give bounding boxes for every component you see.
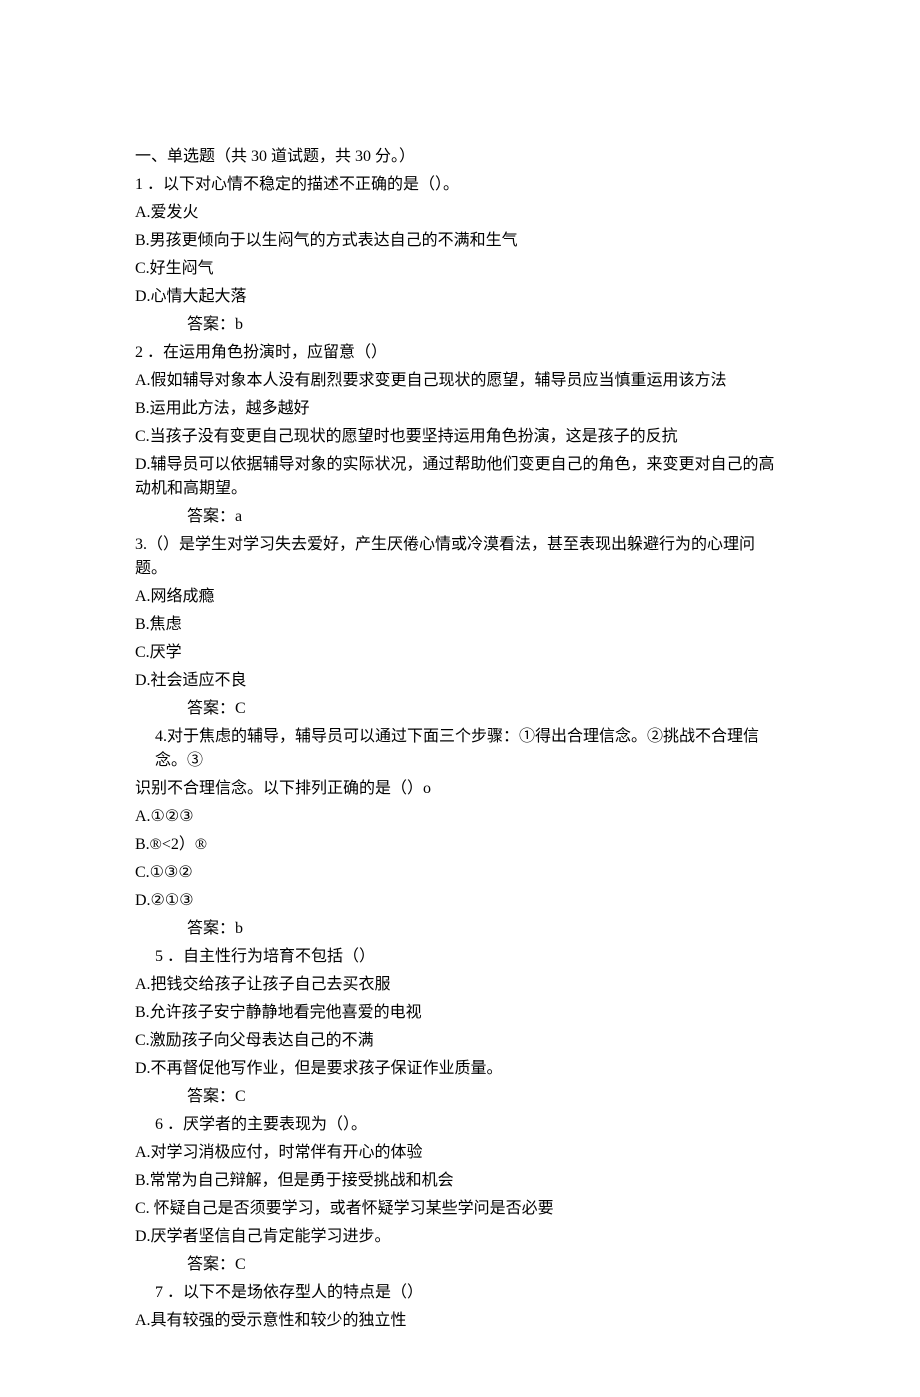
q6-option-b: B.常常为自己辩解，但是勇于接受挑战和机会 xyxy=(135,1169,785,1193)
q6-option-d: D.厌学者坚信自己肯定能学习进步。 xyxy=(135,1225,785,1249)
q1-answer: 答案：b xyxy=(135,313,785,337)
q1-option-d: D.心情大起大落 xyxy=(135,285,785,309)
q5-option-b: B.允许孩子安宁静静地看完他喜爱的电视 xyxy=(135,1001,785,1025)
q1-num: 1 xyxy=(135,176,143,193)
section-header: 一、单选题（共 30 道试题，共 30 分。） xyxy=(135,145,785,169)
q1-option-a: A.爱发火 xyxy=(135,201,785,225)
q2-option-c: C.当孩子没有变更自己现状的愿望时也要坚持运用角色扮演，这是孩子的反抗 xyxy=(135,425,785,449)
q1-option-b: B.男孩更倾向于以生闷气的方式表达自己的不满和生气 xyxy=(135,229,785,253)
q6-option-c: C. 怀疑自己是否须要学习，或者怀疑学习某些学问是否必要 xyxy=(135,1197,785,1221)
q1-option-c: C.好生闷气 xyxy=(135,257,785,281)
q6-stem-text: ．厌学者的主要表现为（）。 xyxy=(167,1116,367,1133)
q5-option-d: D.不再督促他写作业，但是要求孩子保证作业质量。 xyxy=(135,1057,785,1081)
q2-option-a: A.假如辅导对象本人没有剧烈要求变更自己现状的愿望，辅导员应当慎重运用该方法 xyxy=(135,369,785,393)
q4-stem-line1: 4.对于焦虑的辅导，辅导员可以通过下面三个步骤：①得出合理信念。②挑战不合理信念… xyxy=(135,725,785,773)
q1-stem: 1 ．以下对心情不稳定的描述不正确的是（）。 xyxy=(135,173,785,197)
q4-option-d: D.②①③ xyxy=(135,889,785,913)
q5-answer: 答案：C xyxy=(135,1085,785,1109)
q5-stem: 5 ．自主性行为培育不包括（） xyxy=(135,945,785,969)
q7-num: 7 xyxy=(155,1284,163,1301)
document-page: 一、单选题（共 30 道试题，共 30 分。） 1 ．以下对心情不稳定的描述不正… xyxy=(0,0,920,1397)
q4-option-c: C.①③② xyxy=(135,861,785,885)
q5-option-a: A.把钱交给孩子让孩子自己去买衣服 xyxy=(135,973,785,997)
q2-num: 2 xyxy=(135,344,143,361)
q2-stem-text: ．在运用角色扮演时，应留意（） xyxy=(147,344,387,361)
q3-option-a: A.网络成瘾 xyxy=(135,585,785,609)
q5-num: 5 xyxy=(155,948,163,965)
q2-option-b: B.运用此方法，越多越好 xyxy=(135,397,785,421)
q6-answer: 答案：C xyxy=(135,1253,785,1277)
q6-option-a: A.对学习消极应付，时常伴有开心的体验 xyxy=(135,1141,785,1165)
q5-stem-text: ．自主性行为培育不包括（） xyxy=(167,948,375,965)
q6-num: 6 xyxy=(155,1116,163,1133)
q2-option-d: D.辅导员可以依据辅导对象的实际状况，通过帮助他们变更自己的角色，来变更对自己的… xyxy=(135,453,785,501)
q4-option-b: B.®<2）® xyxy=(135,833,785,857)
q1-stem-text: ．以下对心情不稳定的描述不正确的是（）。 xyxy=(147,176,459,193)
q7-stem: 7 ．以下不是场依存型人的特点是（） xyxy=(135,1281,785,1305)
q3-stem: 3.（）是学生对学习失去爱好，产生厌倦心情或冷漠看法，甚至表现出躲避行为的心理问… xyxy=(135,533,785,581)
q2-answer: 答案：a xyxy=(135,505,785,529)
q7-option-a: A.具有较强的受示意性和较少的独立性 xyxy=(135,1309,785,1333)
q4-answer: 答案：b xyxy=(135,917,785,941)
q4-option-a: A.①②③ xyxy=(135,805,785,829)
q3-option-d: D.社会适应不良 xyxy=(135,669,785,693)
q5-option-c: C.激励孩子向父母表达自己的不满 xyxy=(135,1029,785,1053)
q7-stem-text: ．以下不是场依存型人的特点是（） xyxy=(167,1284,423,1301)
q3-answer: 答案：C xyxy=(135,697,785,721)
q4-stem-line2: 识别不合理信念。以下排列正确的是（）o xyxy=(135,777,785,801)
q2-stem: 2 ．在运用角色扮演时，应留意（） xyxy=(135,341,785,365)
q3-option-c: C.厌学 xyxy=(135,641,785,665)
q3-option-b: B.焦虑 xyxy=(135,613,785,637)
q6-stem: 6 ．厌学者的主要表现为（）。 xyxy=(135,1113,785,1137)
